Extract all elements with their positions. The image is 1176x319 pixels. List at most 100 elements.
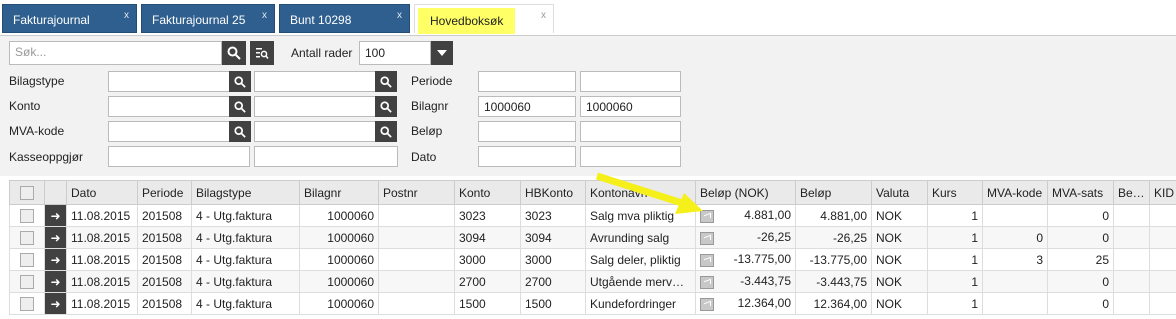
dato-to-input[interactable] (580, 146, 681, 167)
table-header: Dato Periode Bilagstype Bilagnr Postnr K… (9, 180, 1176, 205)
drilldown-icon[interactable] (700, 210, 714, 223)
tab-fakturajournal[interactable]: Fakturajournal x (2, 4, 137, 33)
row-select-cell[interactable] (9, 292, 45, 315)
column-header[interactable]: Konto (454, 180, 521, 205)
konto-to-input[interactable] (254, 96, 376, 117)
cell-postnr (378, 248, 455, 271)
column-header[interactable]: MVA-kode (982, 180, 1048, 205)
row-checkbox[interactable] (20, 230, 34, 245)
close-icon[interactable]: x (541, 10, 546, 21)
table-row[interactable]: ➜ 11.08.2015 201508 4 - Utg.faktura 1000060 3… (9, 204, 1176, 227)
belop-label: Beløp (411, 124, 443, 138)
kasse-from-input[interactable] (108, 146, 250, 167)
column-header[interactable]: Be… (1113, 180, 1150, 205)
cell-periode: 201508 (137, 292, 192, 315)
search-input[interactable]: Søk... (9, 41, 222, 65)
column-header[interactable]: Kurs (927, 180, 983, 205)
column-header[interactable]: Bilagstype (191, 180, 300, 205)
periode-from-input[interactable] (478, 71, 576, 92)
row-open-button[interactable]: ➜ (44, 204, 67, 227)
rows-select[interactable]: 100 (359, 41, 431, 65)
close-icon[interactable]: x (262, 10, 267, 21)
row-checkbox[interactable] (20, 252, 34, 267)
drilldown-icon[interactable] (700, 232, 714, 245)
belop-to-input[interactable] (580, 121, 681, 142)
cell-valuta: NOK (871, 248, 928, 271)
column-header[interactable]: Beløp (NOK) (695, 180, 796, 205)
row-checkbox[interactable] (20, 208, 34, 223)
column-header[interactable]: Valuta (871, 180, 928, 205)
bilagnr-to-input[interactable]: 1000060 (580, 96, 681, 117)
table-row[interactable]: ➜ 11.08.2015 201508 4 - Utg.faktura 1000060 3… (9, 248, 1176, 271)
konto-from-lookup[interactable] (229, 96, 251, 117)
belop-from-input[interactable] (478, 121, 576, 142)
kasseoppgjor-label: Kasseoppgjør (9, 150, 84, 164)
column-header[interactable]: HBKonto (520, 180, 586, 205)
column-header[interactable]: MVA-sats (1047, 180, 1114, 205)
periode-to-input[interactable] (580, 71, 681, 92)
konto-to-lookup[interactable] (375, 96, 397, 117)
row-open-button[interactable]: ➜ (44, 270, 67, 293)
row-open-button[interactable]: ➜ (44, 292, 67, 315)
column-header[interactable]: Postnr (378, 180, 455, 205)
kasse-to-input[interactable] (254, 146, 398, 167)
tab-label: Hovedboksøk (418, 8, 516, 34)
cell-dato: 11.08.2015 (66, 292, 138, 315)
column-header[interactable]: KID (1149, 180, 1176, 205)
table-row[interactable]: ➜ 11.08.2015 201508 4 - Utg.faktura 1000060 2… (9, 270, 1176, 293)
bilagnr-from-input[interactable]: 1000060 (478, 96, 576, 117)
close-icon[interactable]: x (397, 10, 402, 21)
column-header[interactable]: Dato (66, 180, 138, 205)
search-button[interactable] (222, 41, 246, 65)
cell-belop: -26,25 (795, 226, 872, 249)
tab-bunt-10298[interactable]: Bunt 10298 x (279, 4, 410, 33)
cell-bilagnr: 1000060 (299, 292, 379, 315)
close-icon[interactable]: x (124, 10, 129, 21)
column-header[interactable]: Bilagnr (299, 180, 379, 205)
row-select-cell[interactable] (9, 226, 45, 249)
bilagstype-to-input[interactable] (254, 71, 376, 92)
mva-from-lookup[interactable] (229, 121, 251, 142)
filter-panel: Søk... Antall rader 100 Bilagstype Perio… (0, 36, 1176, 176)
row-select-cell[interactable] (9, 248, 45, 271)
mva-to-input[interactable] (254, 121, 376, 142)
cell-valuta: NOK (871, 204, 928, 227)
table-row[interactable]: ➜ 11.08.2015 201508 4 - Utg.faktura 1000060 3… (9, 226, 1176, 249)
row-select-cell[interactable] (9, 204, 45, 227)
search-icon (380, 75, 392, 88)
cell-mvakode (982, 270, 1048, 293)
row-open-button[interactable]: ➜ (44, 248, 67, 271)
row-select-cell[interactable] (9, 270, 45, 293)
column-header[interactable]: Periode (137, 180, 192, 205)
mva-from-input[interactable] (108, 121, 230, 142)
dato-from-input[interactable] (478, 146, 576, 167)
mva-kode-label: MVA-kode (9, 124, 65, 138)
bilagstype-from-lookup[interactable] (229, 71, 251, 92)
cell-valuta: NOK (871, 270, 928, 293)
row-open-button[interactable]: ➜ (44, 226, 67, 249)
row-checkbox[interactable] (20, 274, 34, 289)
cell-belop: 4.881,00 (795, 204, 872, 227)
column-header[interactable]: Beløp (795, 180, 872, 205)
chevron-down-icon[interactable] (431, 41, 453, 65)
tab-hovedboksok[interactable]: Hovedboksøk x (414, 4, 554, 34)
cell-bilagnr: 1000060 (299, 226, 379, 249)
drilldown-icon[interactable] (700, 298, 714, 311)
drilldown-icon[interactable] (700, 276, 714, 289)
cell-periode: 201508 (137, 204, 192, 227)
mva-to-lookup[interactable] (375, 121, 397, 142)
row-checkbox[interactable] (20, 296, 34, 311)
cell-be (1113, 248, 1150, 271)
select-all-cell[interactable] (9, 180, 45, 205)
column-header[interactable]: Kontonavn (585, 180, 696, 205)
konto-from-input[interactable] (108, 96, 230, 117)
select-all-checkbox[interactable] (20, 185, 34, 200)
arrow-right-icon: ➜ (50, 208, 61, 223)
advanced-search-button[interactable] (250, 41, 274, 65)
bilagstype-from-input[interactable] (108, 71, 230, 92)
drilldown-icon[interactable] (700, 254, 714, 267)
bilagstype-to-lookup[interactable] (375, 71, 397, 92)
cell-mvasats: 0 (1047, 270, 1114, 293)
table-row[interactable]: ➜ 11.08.2015 201508 4 - Utg.faktura 1000060 1… (9, 292, 1176, 315)
tab-fakturajournal-25[interactable]: Fakturajournal 25 x (141, 4, 275, 33)
